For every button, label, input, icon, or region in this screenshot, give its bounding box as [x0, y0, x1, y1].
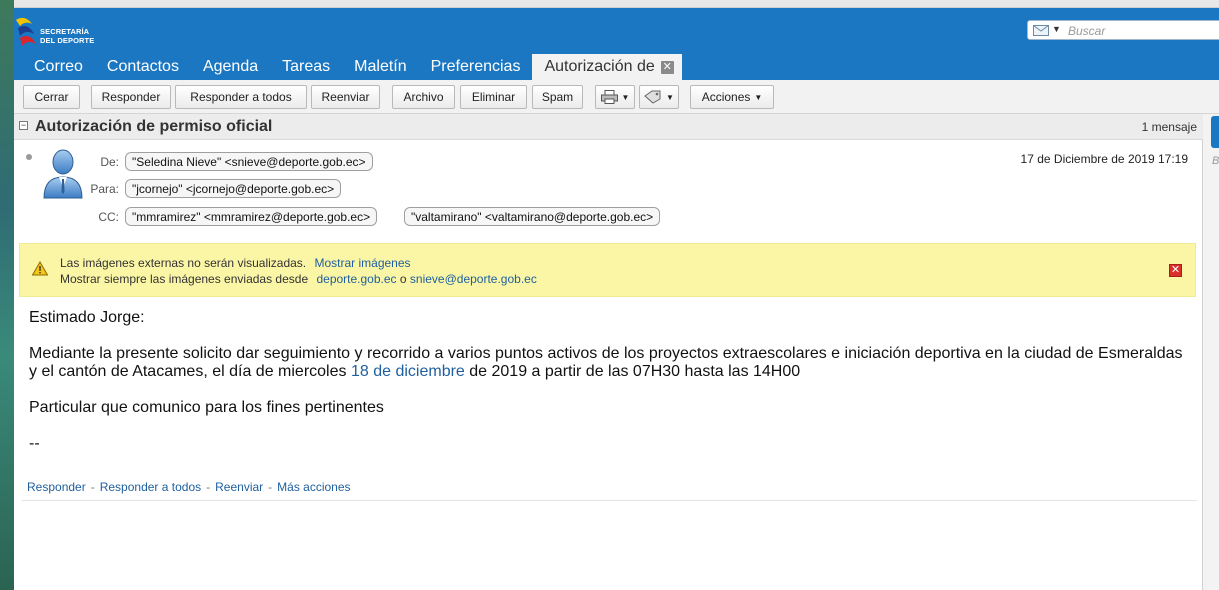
close-button[interactable]: Cerrar: [23, 85, 80, 109]
message-count: 1 mensaje: [1141, 120, 1197, 134]
reply-button[interactable]: Responder: [91, 85, 171, 109]
body-greeting: Estimado Jorge:: [29, 309, 145, 326]
spam-button[interactable]: Spam: [532, 85, 583, 109]
tab-autorizacion-label: Autorización de: [544, 58, 655, 75]
body-paragraph: Particular que comunico para los fines p…: [29, 399, 384, 416]
tab-correo[interactable]: Correo: [22, 54, 95, 80]
desktop-background: [0, 0, 14, 590]
chevron-down-icon: ▼: [666, 92, 674, 102]
tab-autorizacion[interactable]: Autorización de ✕: [532, 54, 682, 80]
side-panel-tab[interactable]: [1211, 116, 1219, 148]
printer-icon: [600, 90, 618, 104]
main-tabs: Correo Contactos Agenda Tareas Maletín P…: [22, 54, 682, 80]
message-subject: Autorización de permiso oficial: [35, 118, 273, 135]
message-toolbar: Cerrar Responder Responder a todos Reenv…: [14, 80, 1219, 114]
side-panel-edge: [1203, 114, 1219, 590]
actions-menu-button[interactable]: Acciones ▼: [690, 85, 774, 109]
browser-edge: [14, 0, 1219, 8]
tab-preferencias[interactable]: Preferencias: [419, 54, 533, 80]
mail-icon[interactable]: [1033, 25, 1049, 36]
forward-button[interactable]: Reenviar: [311, 85, 380, 109]
footer-reply-all-link[interactable]: Responder a todos: [100, 480, 201, 494]
tab-contactos[interactable]: Contactos: [95, 54, 191, 80]
warning-always-text: Mostrar siempre las imágenes enviadas de…: [60, 272, 309, 286]
warning-icon: [32, 261, 48, 276]
external-images-warning: Las imágenes externas no serán visualiza…: [19, 243, 1196, 297]
body-paragraph: Mediante la presente solicito dar seguim…: [29, 345, 1183, 380]
chevron-down-icon: ▼: [621, 92, 630, 102]
trust-sender-link[interactable]: snieve@deporte.gob.ec: [410, 272, 537, 286]
app-header: SECRETARÍA DEL DEPORTE ▼ Correo Contacto…: [14, 0, 1219, 80]
archive-button[interactable]: Archivo: [392, 85, 455, 109]
tab-tareas[interactable]: Tareas: [270, 54, 342, 80]
search-box[interactable]: ▼: [1027, 20, 1219, 40]
footer-reply-link[interactable]: Responder: [27, 480, 86, 494]
warning-or-text: o: [399, 272, 407, 286]
message-pane: − Autorización de permiso oficial 1 mens…: [14, 114, 1203, 590]
cc-address[interactable]: "mmramirez" <mmramirez@deporte.gob.ec>: [125, 207, 378, 226]
footer-forward-link[interactable]: Reenviar: [215, 480, 263, 494]
tag-icon: [644, 90, 661, 104]
secretaria-deporte-logo: SECRETARÍA DEL DEPORTE: [14, 12, 110, 50]
from-label: De:: [100, 155, 119, 169]
tag-button[interactable]: ▼: [639, 85, 679, 109]
close-tab-icon[interactable]: ✕: [660, 61, 674, 74]
sender-avatar-icon: [43, 149, 83, 199]
delete-button[interactable]: Eliminar: [460, 85, 527, 109]
chevron-down-icon: ▼: [754, 92, 763, 102]
message-date: 17 de Diciembre de 2019 17:19: [1020, 152, 1188, 166]
message-footer-actions: Responder - Responder a todos - Reenviar - Más…: [27, 480, 351, 494]
reply-all-button[interactable]: Responder a todos: [175, 85, 307, 109]
cc-address[interactable]: "valtamirano" <valtamirano@deporte.gob.e…: [404, 207, 661, 226]
from-address[interactable]: "Seledina Nieve" <snieve@deporte.gob.ec>: [125, 152, 373, 171]
date-link[interactable]: 18 de diciembre: [351, 363, 465, 380]
cc-label: CC:: [98, 210, 119, 224]
search-input[interactable]: [1068, 23, 1219, 38]
actions-label: Acciones: [701, 90, 751, 104]
divider: [22, 500, 1197, 501]
footer-more-actions-link[interactable]: Más acciones: [277, 480, 350, 494]
close-icon[interactable]: ✕: [1169, 264, 1182, 277]
side-panel-hint: B: [1212, 155, 1219, 167]
to-label: Para:: [90, 182, 119, 196]
tab-maletin[interactable]: Maletín: [342, 54, 418, 80]
message-body: Estimado Jorge: Mediante la presente sol…: [29, 309, 1189, 471]
collapse-icon[interactable]: −: [19, 121, 28, 130]
body-signature: --: [29, 435, 40, 452]
search-scope-dropdown-icon[interactable]: ▼: [1052, 24, 1061, 34]
tab-agenda[interactable]: Agenda: [191, 54, 270, 80]
conversation-header: − Autorización de permiso oficial 1 mens…: [14, 114, 1203, 140]
warning-text: Las imágenes externas no serán visualiza…: [60, 256, 307, 270]
to-address[interactable]: "jcornejo" <jcornejo@deporte.gob.ec>: [125, 179, 342, 198]
trust-domain-link[interactable]: deporte.gob.ec: [316, 272, 396, 286]
print-button[interactable]: ▼: [595, 85, 635, 109]
read-status-dot[interactable]: [26, 154, 32, 160]
show-images-link[interactable]: Mostrar imágenes: [314, 256, 410, 270]
